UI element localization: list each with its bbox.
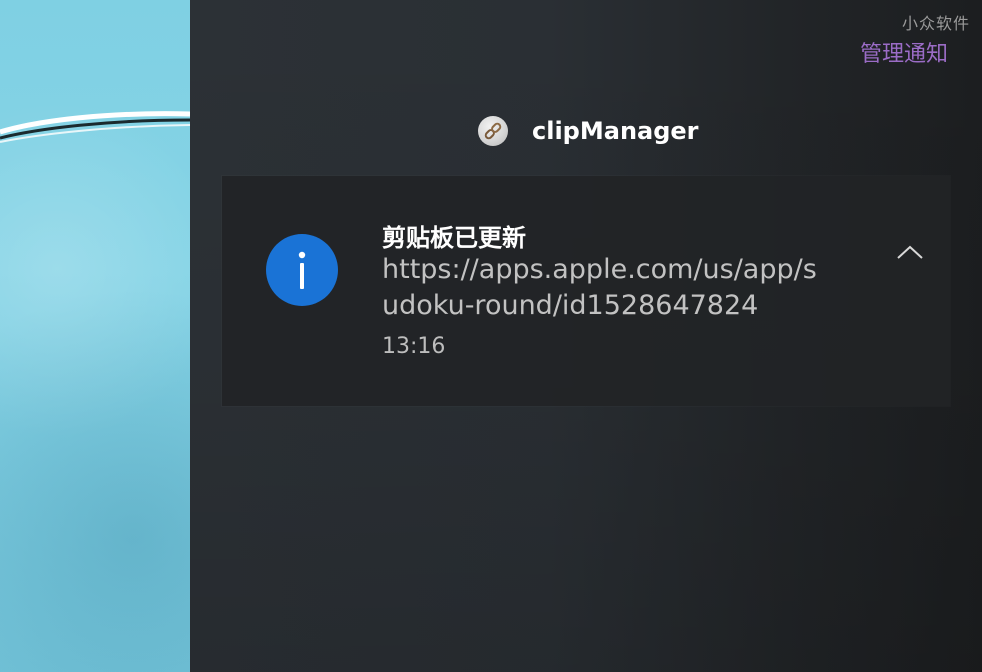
info-icon	[266, 234, 338, 306]
notification-title: 剪贴板已更新	[382, 224, 526, 252]
app-name: clipManager	[532, 117, 699, 145]
desktop-wallpaper	[0, 0, 190, 672]
link-icon	[478, 116, 508, 146]
notification-time: 13:16	[382, 334, 446, 359]
wallpaper-streak	[0, 111, 190, 143]
chevron-up-icon[interactable]	[894, 240, 926, 264]
notification-body: https://apps.apple.com/us/app/sudoku-rou…	[382, 254, 817, 321]
notification-toast[interactable]: 剪贴板已更新 https://apps.apple.com/us/app/sud…	[222, 176, 950, 406]
screen: 小众软件 管理通知 clipManager 剪贴板已更新 https://app…	[0, 0, 982, 672]
watermark: 小众软件	[901, 14, 970, 33]
manage-notifications-link[interactable]: 管理通知	[860, 36, 948, 68]
app-group-header: clipManager	[478, 114, 699, 148]
